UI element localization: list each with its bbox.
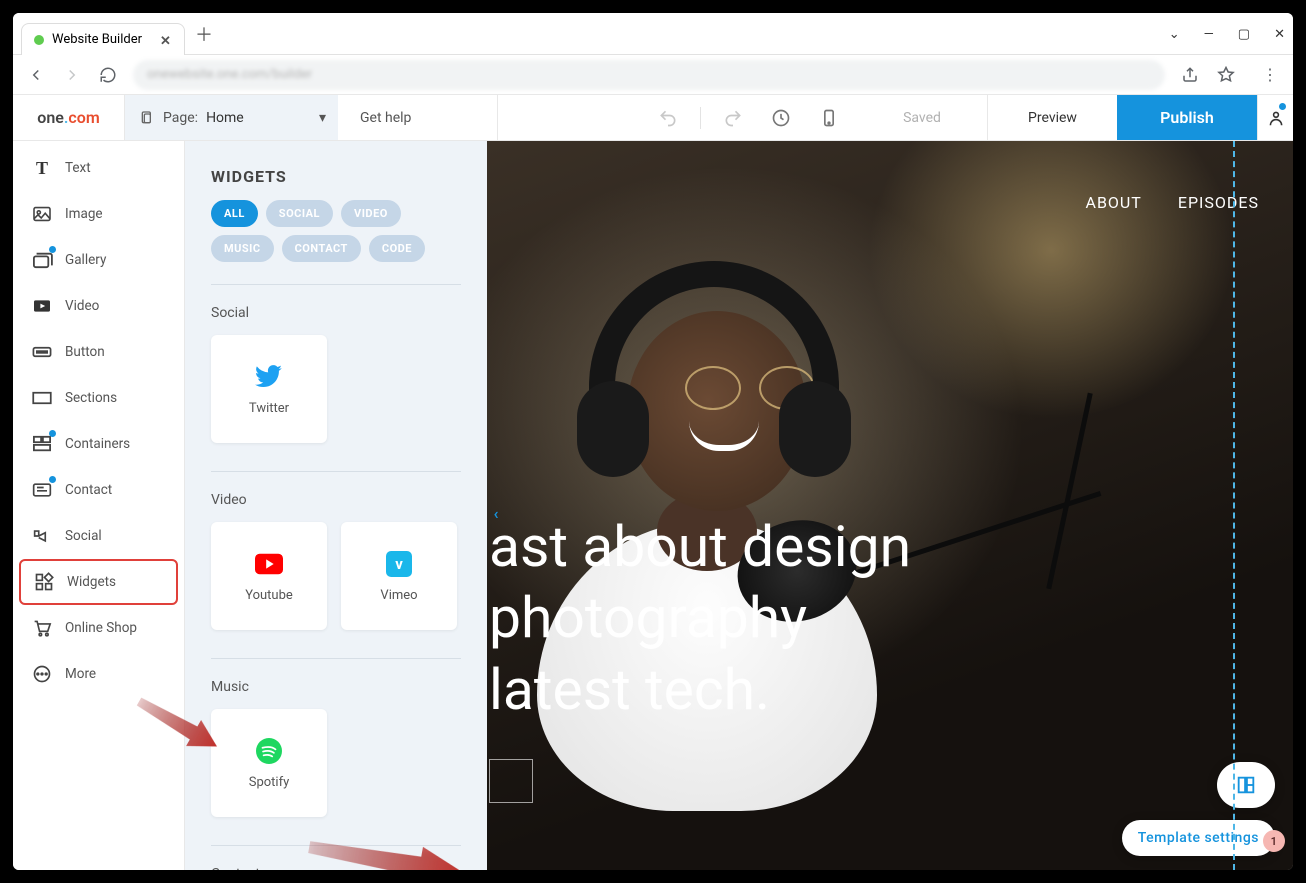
- get-help-button[interactable]: Get help: [338, 95, 498, 140]
- sidebar-item-button[interactable]: Button: [13, 329, 184, 375]
- save-status: Saved: [857, 95, 987, 140]
- browser-tab[interactable]: Website Builder ✕: [21, 23, 185, 55]
- sidebar-item-video[interactable]: Video: [13, 283, 184, 329]
- nav-about[interactable]: ABOUT: [1086, 193, 1142, 212]
- button-icon: [31, 341, 53, 363]
- template-settings-button[interactable]: Template settings 1: [1122, 820, 1275, 856]
- section-label-video: Video: [211, 492, 461, 508]
- share-icon[interactable]: [1179, 64, 1201, 86]
- section-label-music: Music: [211, 679, 461, 695]
- chevron-down-icon[interactable]: ⌄: [1169, 27, 1180, 42]
- theme-fab[interactable]: [1217, 762, 1275, 808]
- brand-logo[interactable]: one.com: [13, 95, 125, 140]
- filter-pills: ALL SOCIAL VIDEO MUSIC CONTACT CODE: [211, 200, 461, 262]
- forward-button[interactable]: [61, 64, 83, 86]
- redo-button[interactable]: [717, 102, 749, 134]
- sidebar-item-text[interactable]: TText: [13, 145, 184, 191]
- hero-heading[interactable]: ast about design photography latest tech…: [489, 511, 911, 725]
- page-selector[interactable]: Page: Home ▾: [125, 95, 338, 140]
- spotify-icon: [255, 737, 283, 765]
- widget-twitter[interactable]: Twitter: [211, 335, 327, 443]
- sidebar-item-image[interactable]: Image: [13, 191, 184, 237]
- youtube-icon: [255, 550, 283, 578]
- page-icon: [139, 110, 155, 126]
- chevron-down-icon: ▾: [319, 110, 326, 126]
- window-maximize-button[interactable]: ▢: [1238, 27, 1250, 42]
- sidebar-item-social[interactable]: Social: [13, 513, 184, 559]
- notification-badge: 1: [1263, 830, 1285, 852]
- sidebar-item-sections[interactable]: Sections: [13, 375, 184, 421]
- tab-title: Website Builder: [52, 32, 142, 47]
- reload-button[interactable]: [97, 64, 119, 86]
- sidebar-item-containers[interactable]: Containers: [13, 421, 184, 467]
- publish-button[interactable]: Publish: [1117, 95, 1257, 140]
- browser-toolbar: onewebsite.one.com/builder ⋮: [13, 55, 1293, 95]
- text-icon: T: [31, 157, 53, 179]
- history-button[interactable]: [765, 102, 797, 134]
- section-label-social: Social: [211, 305, 461, 321]
- svg-text:v: v: [395, 555, 403, 573]
- notification-dot-icon: [1279, 103, 1286, 110]
- new-indicator-icon: [49, 476, 56, 483]
- back-button[interactable]: [25, 64, 47, 86]
- window-titlebar: Website Builder ✕ ＋ ⌄ — ▢ ✕: [13, 13, 1293, 55]
- new-indicator-icon: [49, 246, 56, 253]
- vimeo-icon: v: [385, 550, 413, 578]
- account-menu-button[interactable]: [1257, 95, 1293, 140]
- undo-button[interactable]: [652, 102, 684, 134]
- social-icon: [31, 525, 53, 547]
- page-name: Home: [206, 110, 244, 126]
- preview-button[interactable]: Preview: [987, 95, 1117, 140]
- filter-all[interactable]: ALL: [211, 200, 258, 227]
- new-tab-button[interactable]: ＋: [195, 21, 213, 47]
- video-icon: [31, 295, 53, 317]
- site-nav: ABOUT EPISODES: [1086, 193, 1259, 212]
- sidebar-item-gallery[interactable]: Gallery: [13, 237, 184, 283]
- sidebar-item-more[interactable]: More: [13, 651, 184, 697]
- widgets-icon: [33, 571, 55, 593]
- tab-close-icon[interactable]: ✕: [160, 34, 172, 46]
- star-icon[interactable]: [1215, 64, 1237, 86]
- sidebar-item-contact[interactable]: Contact: [13, 467, 184, 513]
- widget-youtube[interactable]: Youtube: [211, 522, 327, 630]
- widgets-panel: WIDGETS ALL SOCIAL VIDEO MUSIC CONTACT C…: [185, 141, 487, 870]
- widget-spotify[interactable]: Spotify: [211, 709, 327, 817]
- window-minimize-button[interactable]: —: [1204, 27, 1214, 42]
- filter-video[interactable]: VIDEO: [341, 200, 401, 227]
- panel-title: WIDGETS: [211, 167, 461, 186]
- widget-vimeo[interactable]: v Vimeo: [341, 522, 457, 630]
- nav-episodes[interactable]: EPISODES: [1178, 193, 1259, 212]
- mobile-preview-button[interactable]: [813, 102, 845, 134]
- twitter-icon: [255, 363, 283, 391]
- sidebar-item-widgets[interactable]: Widgets: [19, 559, 178, 605]
- address-bar[interactable]: onewebsite.one.com/builder: [133, 60, 1165, 90]
- primary-sidebar: TText Image Gallery Video Button Section…: [13, 141, 185, 870]
- new-indicator-icon: [49, 430, 56, 437]
- menu-icon[interactable]: ⋮: [1259, 64, 1281, 86]
- app-topbar: one.com Page: Home ▾ Get help Saved Prev…: [13, 95, 1293, 141]
- filter-code[interactable]: CODE: [369, 235, 425, 262]
- hero-cta-box[interactable]: [489, 759, 533, 803]
- filter-music[interactable]: MUSIC: [211, 235, 274, 262]
- more-icon: [31, 663, 53, 685]
- sidebar-item-shop[interactable]: Online Shop: [13, 605, 184, 651]
- window-close-button[interactable]: ✕: [1274, 27, 1285, 42]
- page-label: Page:: [163, 110, 198, 126]
- canvas-area[interactable]: ‹ ABOUT EPISODES ast about design photog…: [487, 141, 1293, 870]
- sections-icon: [31, 387, 53, 409]
- favicon-icon: [34, 35, 44, 45]
- cart-icon: [31, 617, 53, 639]
- filter-social[interactable]: SOCIAL: [266, 200, 333, 227]
- filter-contact[interactable]: CONTACT: [282, 235, 361, 262]
- image-icon: [31, 203, 53, 225]
